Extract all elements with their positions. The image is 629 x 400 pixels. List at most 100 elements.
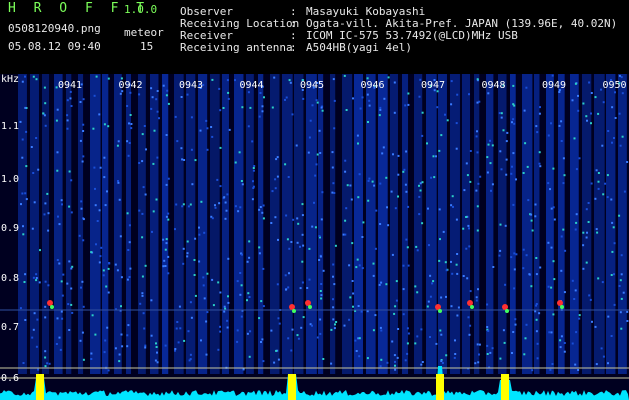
noise-speckle xyxy=(428,244,430,247)
noise-speckle xyxy=(94,204,97,207)
spectrum-band xyxy=(534,74,540,374)
noise-speckle xyxy=(525,86,528,89)
noise-speckle xyxy=(500,116,503,119)
noise-speckle xyxy=(80,207,83,210)
noise-speckle xyxy=(308,136,311,139)
app-version: 1.0.0 xyxy=(124,3,158,16)
noise-speckle xyxy=(297,337,300,340)
noise-speckle xyxy=(462,227,465,230)
noise-speckle xyxy=(504,283,507,286)
noise-speckle xyxy=(156,156,159,159)
noise-speckle xyxy=(246,260,249,263)
noise-speckle xyxy=(332,275,334,278)
noise-speckle xyxy=(445,295,447,298)
noise-speckle xyxy=(107,369,110,372)
noise-speckle xyxy=(383,97,386,100)
noise-speckle xyxy=(491,183,494,186)
noise-speckle xyxy=(354,339,357,342)
noise-speckle xyxy=(302,244,305,247)
noise-speckle xyxy=(322,269,325,272)
noise-speckle xyxy=(332,182,335,185)
noise-speckle xyxy=(366,77,369,80)
noise-speckle xyxy=(346,184,349,187)
noise-speckle xyxy=(366,357,369,360)
noise-speckle xyxy=(563,342,566,344)
noise-speckle xyxy=(499,357,502,360)
noise-speckle xyxy=(362,221,365,224)
spectrum-band xyxy=(522,74,533,374)
noise-speckle xyxy=(249,106,252,109)
noise-speckle xyxy=(505,158,508,161)
spectrum-band xyxy=(102,74,109,374)
noise-speckle xyxy=(186,93,189,96)
y-tick-label: 1.1 xyxy=(1,121,20,132)
noise-speckle xyxy=(98,209,101,212)
signal-peak xyxy=(36,374,44,400)
noise-speckle xyxy=(366,93,369,96)
noise-speckle xyxy=(191,183,194,186)
noise-speckle xyxy=(357,305,360,307)
noise-speckle xyxy=(95,75,98,78)
noise-speckle xyxy=(574,289,577,292)
noise-speckle xyxy=(291,328,294,331)
noise-speckle xyxy=(175,327,178,330)
noise-speckle xyxy=(358,337,361,340)
noise-speckle xyxy=(420,328,423,331)
noise-speckle xyxy=(320,294,323,297)
noise-speckle xyxy=(335,321,338,323)
noise-speckle xyxy=(56,108,59,111)
noise-speckle xyxy=(167,102,170,105)
noise-speckle xyxy=(223,196,226,199)
noise-speckle xyxy=(48,362,51,365)
noise-speckle xyxy=(106,326,109,329)
noise-speckle xyxy=(552,313,555,316)
noise-speckle xyxy=(242,368,245,371)
noise-speckle xyxy=(414,342,417,345)
noise-speckle xyxy=(421,181,424,184)
noise-speckle xyxy=(358,355,361,358)
noise-speckle xyxy=(155,346,158,348)
noise-speckle xyxy=(547,285,550,288)
noise-speckle xyxy=(462,275,465,277)
noise-speckle xyxy=(406,327,409,330)
noise-speckle xyxy=(126,140,129,143)
meteor-echo xyxy=(470,305,474,309)
noise-speckle xyxy=(141,212,144,215)
noise-speckle xyxy=(512,118,515,121)
noise-speckle xyxy=(444,261,447,264)
noise-speckle xyxy=(138,162,141,164)
noise-speckle xyxy=(301,214,304,217)
noise-speckle xyxy=(47,229,50,232)
noise-speckle xyxy=(252,167,255,169)
noise-speckle xyxy=(585,115,588,118)
noise-speckle xyxy=(539,266,542,269)
noise-speckle xyxy=(150,87,153,90)
recording-datetime: 05.08.12 09:40 xyxy=(8,40,101,53)
noise-speckle xyxy=(586,119,588,122)
noise-speckle xyxy=(35,345,38,348)
noise-speckle xyxy=(224,201,227,204)
noise-speckle xyxy=(535,318,538,321)
noise-speckle xyxy=(524,142,527,145)
noise-speckle xyxy=(440,134,443,137)
noise-speckle xyxy=(620,76,623,79)
noise-speckle xyxy=(534,203,537,206)
noise-speckle xyxy=(438,149,441,152)
noise-speckle xyxy=(68,329,71,331)
noise-speckle xyxy=(402,264,405,267)
noise-speckle xyxy=(216,178,219,181)
noise-speckle xyxy=(476,151,479,154)
noise-speckle xyxy=(32,172,35,174)
noise-speckle xyxy=(262,217,265,220)
noise-speckle xyxy=(623,190,626,193)
spectrum-band xyxy=(318,74,324,374)
noise-speckle xyxy=(385,283,388,286)
noise-speckle xyxy=(19,120,22,123)
noise-speckle xyxy=(23,281,26,283)
noise-speckle xyxy=(574,363,577,366)
noise-speckle xyxy=(352,292,355,295)
noise-speckle xyxy=(469,180,472,183)
noise-speckle xyxy=(167,218,170,221)
noise-speckle xyxy=(182,247,185,250)
noise-speckle xyxy=(271,106,274,109)
